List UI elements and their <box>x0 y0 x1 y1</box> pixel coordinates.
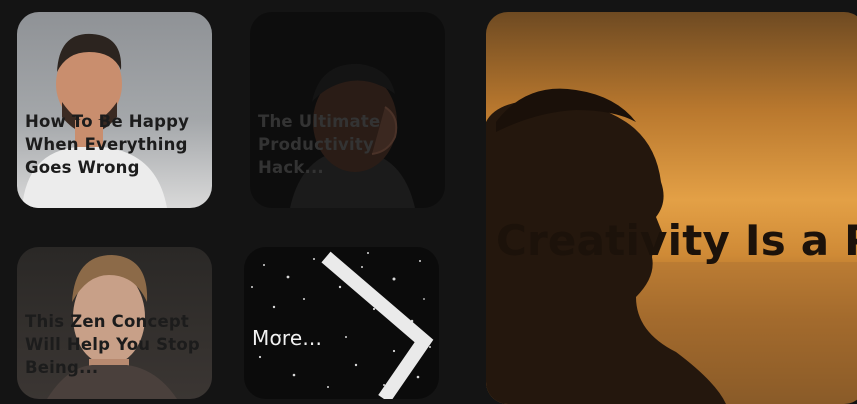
featured-article-photo <box>486 88 857 404</box>
chevron-right-icon[interactable] <box>244 247 439 399</box>
featured-article-card[interactable]: Creativity Is a Process, Not an Event <box>486 12 857 404</box>
more-link-label[interactable]: More... <box>252 327 435 350</box>
featured-article-title: Creativity Is a Process, Not an Event <box>496 216 857 265</box>
article-card-productivity[interactable]: The Ultimate Productivity Hack... <box>250 12 445 208</box>
article-card-zen-title: This Zen Concept Will Help You Stop Bein… <box>25 312 200 377</box>
article-card-productivity-title: The Ultimate Productivity Hack... <box>258 112 381 177</box>
more-card[interactable]: More... <box>244 247 439 399</box>
article-card-happy[interactable]: How To Be Happy When Everything Goes Wro… <box>17 12 212 208</box>
article-card-happy-title: How To Be Happy When Everything Goes Wro… <box>25 112 190 177</box>
article-card-zen[interactable]: This Zen Concept Will Help You Stop Bein… <box>17 247 212 399</box>
